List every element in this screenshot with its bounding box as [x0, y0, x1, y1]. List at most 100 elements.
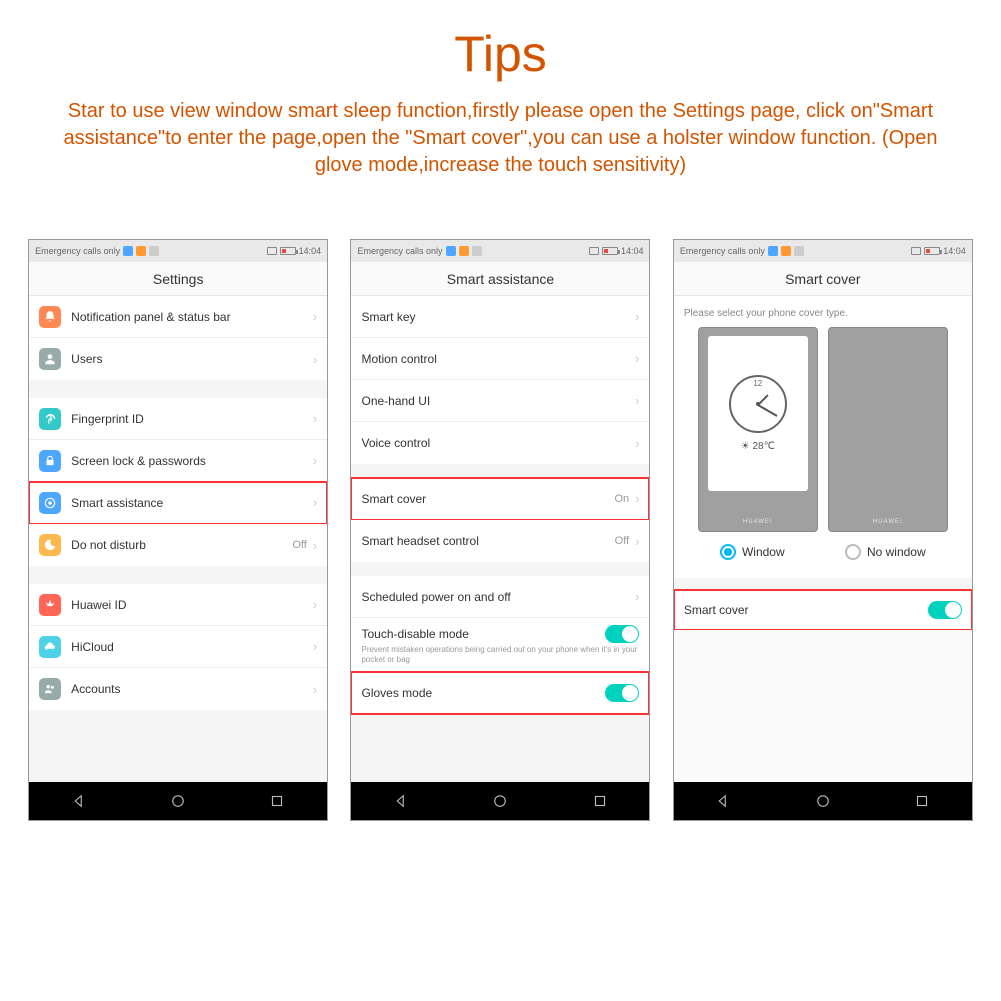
page-subtitle: Star to use view window smart sleep func…	[0, 83, 1001, 179]
assist-icon	[39, 492, 61, 514]
home-button[interactable]	[169, 792, 187, 810]
row-fingerprint[interactable]: Fingerprint ID ›	[29, 398, 327, 440]
home-button[interactable]	[491, 792, 509, 810]
row-users[interactable]: Users ›	[29, 338, 327, 380]
row-value: On	[614, 493, 629, 505]
toggle-switch[interactable]	[928, 601, 962, 619]
status-icon	[781, 246, 791, 256]
clock-text: 14:04	[621, 246, 644, 256]
android-navbar	[29, 782, 327, 820]
row-touchdisable[interactable]: Touch-disable mode Prevent mistaken oper…	[351, 618, 649, 672]
chevron-right-icon: ›	[313, 309, 317, 324]
radio-label: Window	[742, 545, 785, 559]
cover-nowindow-preview[interactable]: HUAWEI	[828, 327, 948, 532]
row-label: Smart cover	[684, 603, 928, 617]
status-icon	[472, 246, 482, 256]
toggle-switch[interactable]	[605, 625, 639, 643]
row-smartkey[interactable]: Smart key›	[351, 296, 649, 338]
caption-text: Please select your phone cover type.	[684, 308, 962, 319]
cover-window-preview[interactable]: 12 ☀ 28℃ HUAWEI	[698, 327, 818, 532]
row-label: One-hand UI	[361, 394, 635, 408]
screen-title: Settings	[29, 262, 327, 296]
chevron-right-icon: ›	[635, 393, 639, 408]
chevron-right-icon: ›	[313, 538, 317, 553]
row-smart-assistance[interactable]: Smart assistance ›	[29, 482, 327, 524]
recents-button[interactable]	[268, 792, 286, 810]
row-label: Smart assistance	[71, 496, 313, 510]
status-icon	[446, 246, 456, 256]
row-screenlock[interactable]: Screen lock & passwords ›	[29, 440, 327, 482]
chevron-right-icon: ›	[313, 639, 317, 654]
cloud-icon	[39, 636, 61, 658]
row-label: Huawei ID	[71, 598, 313, 612]
row-label: Accounts	[71, 682, 313, 696]
android-navbar	[674, 782, 972, 820]
row-huaweiid[interactable]: Huawei ID ›	[29, 584, 327, 626]
moon-icon	[39, 534, 61, 556]
row-label: Do not disturb	[71, 538, 292, 552]
row-label: Scheduled power on and off	[361, 590, 635, 604]
screen-title: Smart assistance	[351, 262, 649, 296]
carrier-text: Emergency calls only	[35, 246, 120, 256]
row-notification[interactable]: Notification panel & status bar ›	[29, 296, 327, 338]
back-button[interactable]	[714, 792, 732, 810]
row-value: Off	[615, 535, 629, 547]
row-label: Notification panel & status bar	[71, 310, 313, 324]
row-smart-cover-toggle[interactable]: Smart cover	[674, 590, 972, 630]
clock-text: 14:04	[943, 246, 966, 256]
chevron-right-icon: ›	[635, 589, 639, 604]
chevron-right-icon: ›	[635, 491, 639, 506]
status-icon	[768, 246, 778, 256]
status-icon	[123, 246, 133, 256]
row-label: Smart headset control	[361, 534, 614, 548]
chevron-right-icon: ›	[313, 597, 317, 612]
row-onehand[interactable]: One-hand UI›	[351, 380, 649, 422]
radio-window[interactable]: Window	[720, 544, 785, 560]
row-headset[interactable]: Smart headset controlOff ›	[351, 520, 649, 562]
brand-label: HUAWEI	[873, 519, 903, 525]
lock-icon	[39, 450, 61, 472]
row-smartcover[interactable]: Smart coverOn›	[351, 478, 649, 520]
row-hicloud[interactable]: HiCloud ›	[29, 626, 327, 668]
radio-label: No window	[867, 545, 926, 559]
row-label: Smart key	[361, 310, 635, 324]
status-bar: Emergency calls only 14:04	[351, 240, 649, 262]
row-scheduled[interactable]: Scheduled power on and off›	[351, 576, 649, 618]
page-title: Tips	[0, 25, 1001, 83]
toggle-switch[interactable]	[605, 684, 639, 702]
row-label: Touch-disable mode	[361, 627, 605, 641]
home-button[interactable]	[814, 792, 832, 810]
radio-nowindow[interactable]: No window	[845, 544, 926, 560]
row-label: HiCloud	[71, 640, 313, 654]
radio-icon	[845, 544, 861, 560]
row-accounts[interactable]: Accounts ›	[29, 668, 327, 710]
sim-icon	[911, 247, 921, 255]
phone-settings: Emergency calls only 14:04 Settings Noti…	[28, 239, 328, 821]
fingerprint-icon	[39, 408, 61, 430]
status-icon	[459, 246, 469, 256]
row-voice[interactable]: Voice control›	[351, 422, 649, 464]
chevron-right-icon: ›	[313, 453, 317, 468]
status-bar: Emergency calls only 14:04	[29, 240, 327, 262]
chevron-right-icon: ›	[313, 495, 317, 510]
row-gloves[interactable]: Gloves mode	[351, 672, 649, 714]
row-description: Prevent mistaken operations being carrie…	[361, 643, 639, 664]
chevron-right-icon: ›	[635, 436, 639, 451]
recents-button[interactable]	[591, 792, 609, 810]
back-button[interactable]	[392, 792, 410, 810]
row-label: Voice control	[361, 436, 635, 450]
status-bar: Emergency calls only 14:04	[674, 240, 972, 262]
row-dnd[interactable]: Do not disturb Off ›	[29, 524, 327, 566]
carrier-text: Emergency calls only	[680, 246, 765, 256]
sim-icon	[589, 247, 599, 255]
recents-button[interactable]	[913, 792, 931, 810]
huawei-icon	[39, 594, 61, 616]
accounts-icon	[39, 678, 61, 700]
row-motion[interactable]: Motion control›	[351, 338, 649, 380]
status-icon	[794, 246, 804, 256]
chevron-right-icon: ›	[635, 351, 639, 366]
chevron-right-icon: ›	[635, 534, 639, 549]
battery-icon	[924, 247, 940, 255]
phone-smart-cover: Emergency calls only 14:04 Smart cover P…	[673, 239, 973, 821]
back-button[interactable]	[70, 792, 88, 810]
